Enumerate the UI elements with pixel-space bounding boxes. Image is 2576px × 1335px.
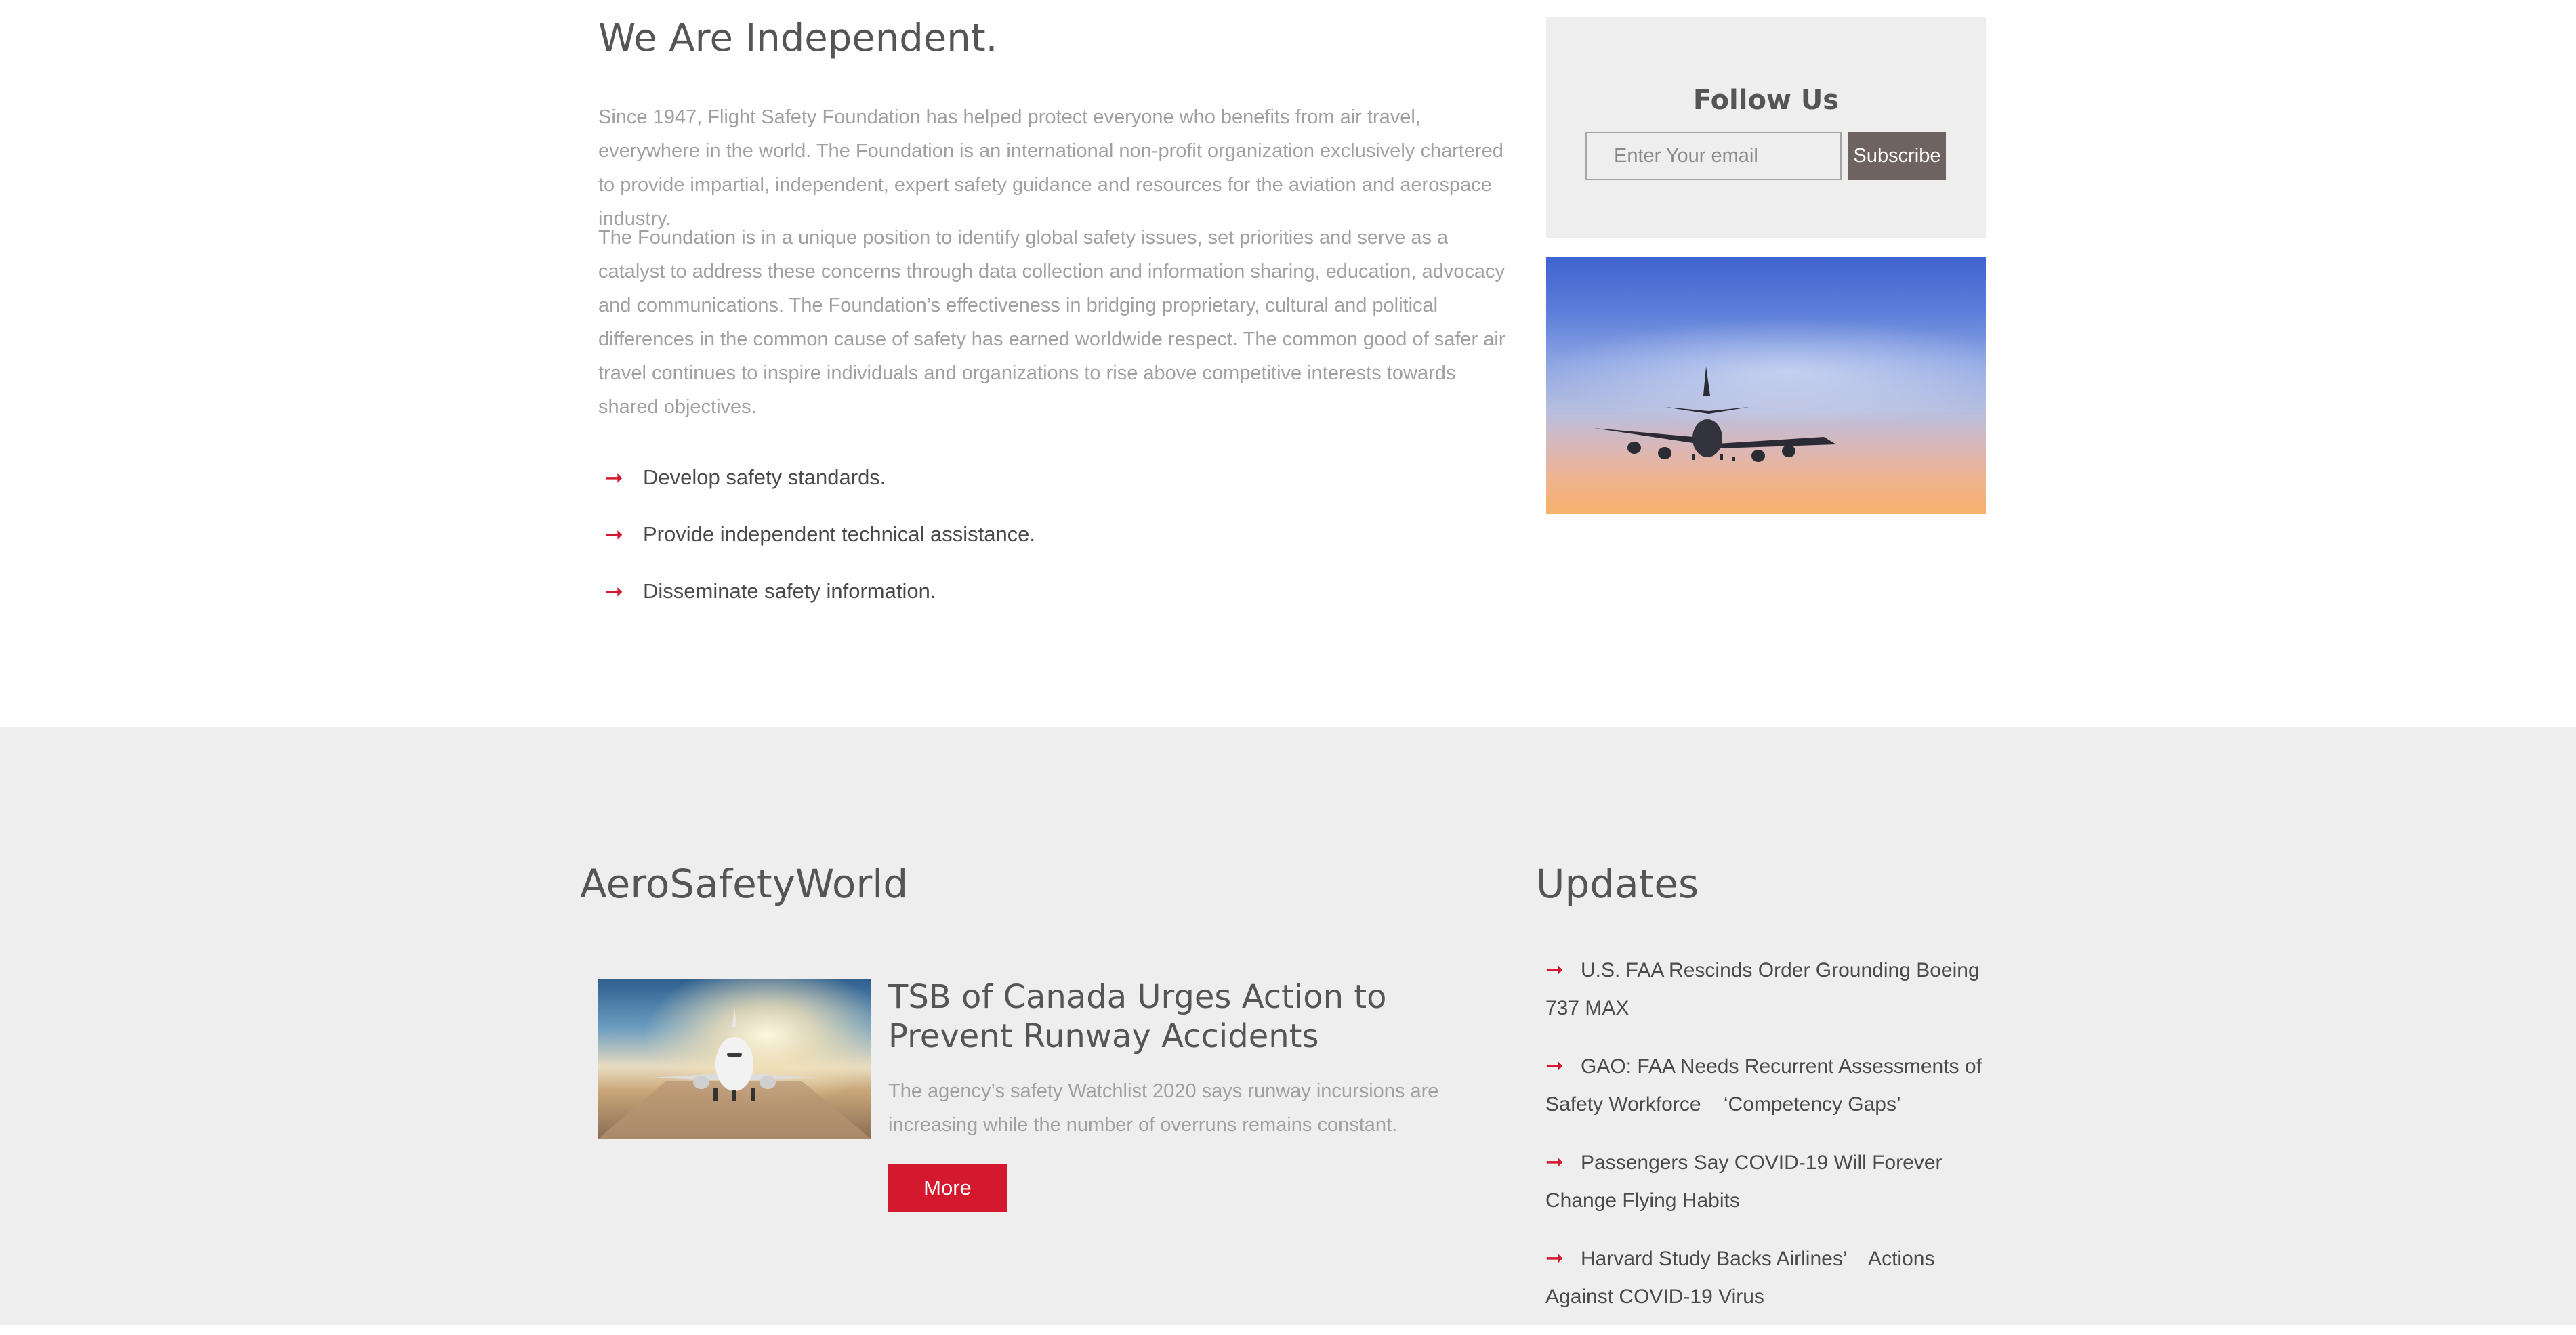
more-button[interactable]: More [888,1164,1007,1212]
about-bullet-list: ➞ Develop safety standards. ➞ Provide in… [605,455,1035,626]
update-link[interactable]: Passengers Say COVID-19 Will Forever Cha… [1545,1151,1943,1212]
update-link[interactable]: GAO: FAA Needs Recurrent Assessments of … [1545,1055,1987,1116]
about-title: We Are Independent. [598,16,998,60]
bullet-text: Develop safety standards. [643,465,886,489]
article-title[interactable]: TSB of Canada Urges Action to Prevent Ru… [888,977,1444,1056]
bullet-text: Provide independent technical assistance… [643,522,1036,546]
list-item: ➞ Develop safety standards. [605,455,1035,512]
list-item: ➞ Passengers Say COVID-19 Will Forever Ch… [1545,1143,1986,1220]
updates-title: Updates [1536,861,1699,907]
list-item: ➞ U.S. FAA Rescinds Order Grounding Boein… [1545,950,1986,1027]
email-field[interactable] [1585,132,1842,180]
about-section: We Are Independent. Since 1947, Flight S… [0,0,2576,727]
about-paragraph-1: Since 1947, Flight Safety Foundation has… [598,106,1503,230]
arrow-right-icon: ➞ [605,578,623,604]
updates-list: ➞ U.S. FAA Rescinds Order Grounding Boein… [1545,950,1986,1335]
about-paragraph-2: The Foundation is in a unique position t… [598,227,1505,418]
subscribe-button[interactable]: Subscribe [1848,132,1946,180]
list-item: ➞ Disseminate safety information. [605,569,1035,626]
runway-airplane-image[interactable] [598,979,871,1139]
arrow-right-icon: ➞ [605,522,623,547]
arrow-right-icon: ➞ [1545,1053,1564,1078]
arrow-right-icon: ➞ [1545,1245,1564,1271]
arrow-right-icon: ➞ [605,465,623,490]
update-link[interactable]: Harvard Study Backs Airlines’ Actions Ag… [1545,1248,1939,1308]
follow-us-panel: Follow Us Subscribe [1546,17,1986,238]
update-link[interactable]: U.S. FAA Rescinds Order Grounding Boeing… [1545,959,1980,1019]
article-summary: The agency’s safety Watchlist 2020 says … [888,1080,1439,1136]
bullet-text: Disseminate safety information. [643,579,936,603]
list-item: ➞ Provide independent technical assistan… [605,512,1035,569]
runway-illustration [598,979,871,1139]
list-item: ➞ Harvard Study Backs Airlines’ Actions A… [1545,1239,1986,1316]
airplane-illustration [1594,366,1836,462]
follow-us-title: Follow Us [1692,85,1840,116]
aerosafetyworld-title: AeroSafetyWorld [580,861,909,907]
list-item: ➞ GAO: FAA Needs Recurrent Assessments of… [1545,1046,1986,1124]
arrow-right-icon: ➞ [1545,956,1564,982]
airplane-sky-image [1546,257,1986,514]
news-section: AeroSafetyWorld Updates TSB of Canada Ur… [0,727,2576,1325]
arrow-right-icon: ➞ [1545,1149,1564,1174]
